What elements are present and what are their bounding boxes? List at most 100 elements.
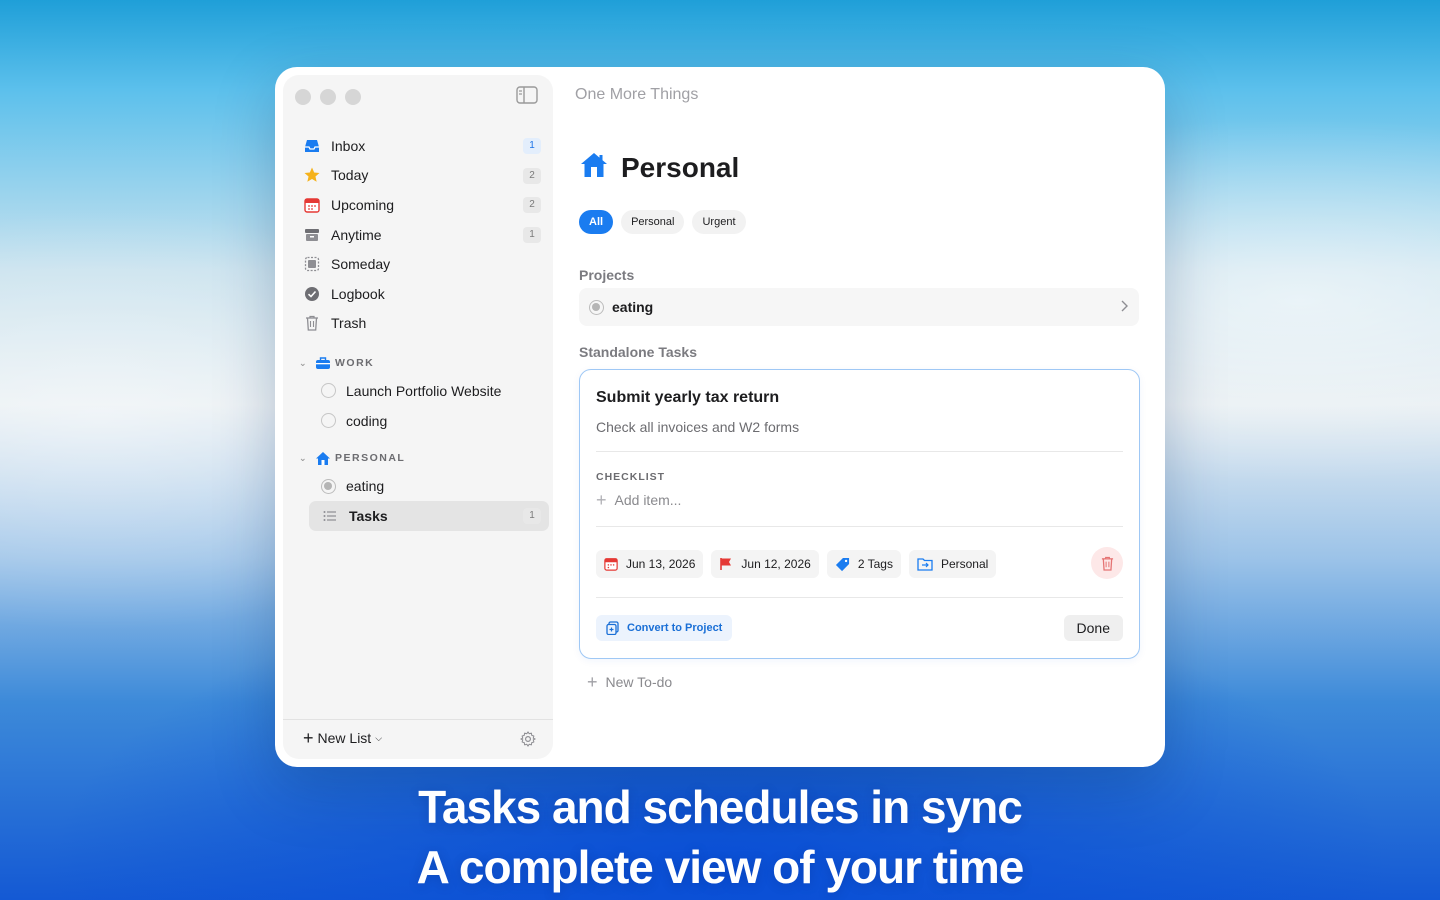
sidebar-item-tasks[interactable]: Tasks 1 (309, 500, 549, 531)
star-icon (303, 166, 321, 184)
new-todo-label: New To-do (605, 674, 673, 690)
sidebar-project-launch-portfolio[interactable]: Launch Portfolio Website (297, 376, 549, 406)
sidebar-nav: Inbox 1 Today 2 Upcoming 2 Anytime 1 Som… (297, 131, 549, 531)
project-name: eating (612, 299, 654, 315)
sidebar-item-upcoming[interactable]: Upcoming 2 (297, 190, 549, 220)
close-window-button[interactable] (295, 89, 311, 105)
gear-icon[interactable] (519, 730, 537, 748)
divider (596, 451, 1123, 452)
count-badge: 2 (523, 167, 541, 184)
convert-to-project-button[interactable]: Convert to Project (596, 615, 733, 641)
projects-section-label: Projects (579, 267, 635, 283)
tag-filter-bar: All Personal Urgent (579, 210, 746, 234)
main-content: One More Things Personal All Personal Ur… (575, 67, 1165, 767)
zoom-window-button[interactable] (345, 89, 361, 105)
tag-icon (835, 557, 849, 571)
calendar-icon (604, 558, 618, 571)
sidebar-item-someday[interactable]: Someday (297, 249, 549, 279)
sidebar-item-label: Logbook (331, 285, 385, 302)
count-badge: 2 (523, 197, 541, 214)
list-assign-button[interactable]: Personal (908, 550, 997, 578)
task-detail-card: Submit yearly tax return Check all invoi… (579, 369, 1140, 659)
convert-label: Convert to Project (627, 622, 723, 634)
plus-icon: + (303, 728, 314, 748)
marketing-headline-line2: A complete view of your time (416, 841, 1025, 893)
house-icon (315, 450, 331, 466)
sidebar-item-label: Tasks (349, 507, 388, 524)
done-button[interactable]: Done (1063, 615, 1123, 641)
folder-icon (917, 558, 933, 571)
sidebar-item-label: Anytime (331, 226, 382, 243)
delete-task-button[interactable] (1091, 547, 1123, 579)
when-date-button[interactable]: Jun 13, 2026 (596, 550, 704, 578)
add-checklist-item-input[interactable]: + Add item... (596, 490, 681, 510)
marketing-headline-line1: Tasks and schedules in sync (418, 781, 1023, 833)
deadline-button[interactable]: Jun 12, 2026 (711, 550, 819, 578)
task-notes-field[interactable]: Check all invoices and W2 forms (596, 419, 799, 435)
convert-icon (606, 621, 619, 635)
plus-icon: + (596, 490, 607, 510)
task-meta-row: Jun 13, 2026 Jun 12, 2026 2 Tags Persona… (596, 550, 997, 578)
archive-icon (303, 226, 321, 244)
sidebar: Inbox 1 Today 2 Upcoming 2 Anytime 1 Som… (283, 75, 553, 759)
sidebar-item-label: Trash (331, 315, 367, 332)
divider (596, 597, 1123, 598)
divider (596, 526, 1123, 527)
list-label: Personal (940, 557, 989, 571)
area-label: PERSONAL (335, 452, 406, 465)
app-window: Inbox 1 Today 2 Upcoming 2 Anytime 1 Som… (275, 67, 1165, 767)
new-todo-button[interactable]: + New To-do (587, 672, 673, 692)
checklist-label: CHECKLIST (596, 471, 666, 483)
sidebar-item-label: eating (346, 478, 385, 495)
flag-icon (720, 558, 732, 570)
deadline-label: Jun 12, 2026 (741, 557, 811, 571)
tags-button[interactable]: 2 Tags (826, 550, 901, 578)
task-title-field[interactable]: Submit yearly tax return (596, 389, 779, 407)
app-title: One More Things (575, 86, 699, 103)
box-icon (303, 255, 321, 273)
tags-label: 2 Tags (857, 557, 893, 571)
filter-chip-all[interactable]: All (579, 210, 614, 234)
sidebar-footer: + New List ⌵ (283, 719, 553, 759)
project-progress-icon (321, 413, 336, 429)
sidebar-item-label: Today (331, 167, 369, 184)
sidebar-item-label: Upcoming (331, 196, 395, 213)
calendar-icon (303, 196, 321, 214)
sidebar-item-label: Launch Portfolio Website (346, 382, 502, 399)
new-list-label: New List (317, 730, 372, 746)
page-header: Personal (579, 151, 739, 184)
sidebar-item-inbox[interactable]: Inbox 1 (297, 131, 549, 161)
chevron-down-icon[interactable]: ⌄ (299, 358, 311, 369)
area-label: WORK (335, 357, 375, 370)
sidebar-item-trash[interactable]: Trash (297, 309, 549, 339)
project-row-eating[interactable]: eating (579, 288, 1139, 326)
chevron-down-icon[interactable]: ⌄ (299, 453, 311, 464)
area-header-work[interactable]: ⌄ WORK (297, 350, 549, 376)
sidebar-item-label: coding (346, 412, 388, 429)
page-title: Personal (621, 151, 740, 183)
list-icon (321, 507, 339, 525)
project-progress-icon (321, 478, 336, 494)
chevron-right-icon (1121, 300, 1128, 312)
sidebar-project-coding[interactable]: coding (297, 406, 549, 436)
sidebar-project-eating[interactable]: eating (297, 471, 549, 501)
sidebar-item-anytime[interactable]: Anytime 1 (297, 220, 549, 250)
filter-chip-urgent[interactable]: Urgent (692, 210, 746, 234)
trash-icon (303, 314, 321, 332)
sidebar-item-logbook[interactable]: Logbook (297, 279, 549, 309)
new-list-button[interactable]: + New List ⌵ (303, 728, 383, 748)
window-controls (295, 89, 361, 105)
inbox-icon (303, 137, 321, 155)
area-header-personal[interactable]: ⌄ PERSONAL (297, 445, 549, 471)
plus-icon: + (587, 672, 598, 692)
count-badge: 1 (523, 507, 541, 524)
sidebar-item-label: Inbox (331, 137, 366, 154)
filter-chip-personal[interactable]: Personal (621, 210, 685, 234)
house-icon (579, 151, 609, 184)
minimize-window-button[interactable] (320, 89, 336, 105)
sidebar-item-label: Someday (331, 256, 391, 273)
chevron-down-icon: ⌵ (375, 732, 383, 743)
sidebar-item-today[interactable]: Today 2 (297, 161, 549, 191)
briefcase-icon (315, 355, 331, 371)
sidebar-toggle-icon[interactable] (516, 86, 538, 104)
